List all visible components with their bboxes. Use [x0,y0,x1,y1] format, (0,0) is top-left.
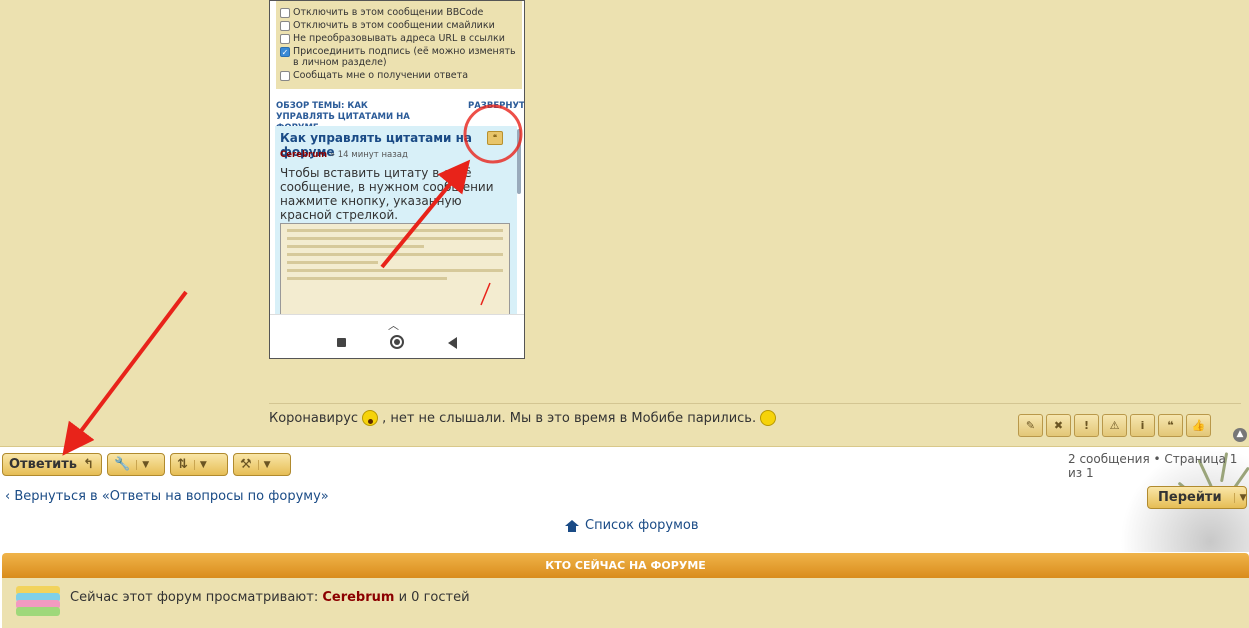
close-icon: ✖ [1053,419,1064,432]
post-tools: ✎ ✖! ⚠ i ❝ 👍 [1018,414,1211,437]
wrench-icon: 🔧 [114,457,131,472]
home-circle-icon [390,335,404,349]
thumbs-up-icon: 👍 [1191,419,1206,432]
info-button[interactable]: i [1130,414,1155,437]
home-icon [565,519,579,532]
checkbox [280,8,290,18]
option-label: Отключить в этом сообщении BBCode [293,7,484,18]
back-link-label: Вернуться в «Ответы на вопросы по форуму… [14,489,329,504]
forum-index-label: Список форумов [585,518,699,533]
quote-button[interactable]: ❝ [1158,414,1183,437]
edit-button[interactable]: ✎ [1018,414,1043,437]
quoted-post-text: Чтобы вставить цитату в своё сообщение, … [280,166,494,222]
online-user-link[interactable]: Cerebrum [322,590,394,605]
users-stack-icon [16,586,60,616]
checkbox [280,71,290,81]
online-text-before: Сейчас этот форум просматривают: [70,590,319,605]
chevron-up-icon: ︿ [388,319,399,332]
quoted-post: Как управлять цитатами на форуме ❝ Cereb… [275,126,517,316]
reply-label: Ответить [9,457,78,472]
like-button[interactable]: 👍 [1186,414,1211,437]
posting-options: Отключить в этом сообщении BBCode Отключ… [276,1,522,89]
post-panel: Отключить в этом сообщении BBCode Отключ… [0,0,1249,447]
moderator-tools-button[interactable]: ⚒ ▼ [233,453,291,476]
checkbox [280,34,290,44]
chevron-down-icon: ▼ [193,459,207,470]
reply-button[interactable]: Ответить ↰ [2,453,102,476]
checkbox-checked: ✓ [280,47,290,57]
scroll-top-icon[interactable]: ▲ [1233,428,1247,442]
option-row: Сообщать мне о получении ответа [280,70,518,81]
reply-arrow-icon: ↰ [83,457,94,472]
option-label: Присоединить подпись (её можно изменять … [293,46,516,68]
chevron-down-icon: ▼ [1233,492,1247,503]
option-row: Отключить в этом сообщении смайлики [280,20,518,31]
quote-icon: ❝ [1167,419,1174,432]
report-button[interactable]: ! [1074,414,1099,437]
scrollbar [517,129,521,194]
option-row: Не преобразовывать адреса URL в ссылки [280,33,518,44]
back-triangle-icon [448,337,457,349]
option-label: Отключить в этом сообщении смайлики [293,20,495,31]
who-is-online-body: Сейчас этот форум просматривают: Cerebru… [2,578,1249,628]
gavel-icon: ⚒ [240,457,252,472]
smiley-icon [760,410,777,426]
post-text-before: Коронавирус [269,410,359,426]
who-is-online-header: КТО СЕЙЧАС НА ФОРУМЕ [2,553,1249,578]
topic-tools-button[interactable]: 🔧 ▼ [107,453,165,476]
goto-label: Перейти [1158,490,1222,505]
checkbox [280,21,290,31]
recents-icon [337,338,346,347]
warning-icon: ⚠ [1109,419,1120,432]
pencil-icon: ✎ [1025,419,1036,432]
sort-icon: ⇅ [177,457,188,472]
option-label: Сообщать мне о получении ответа [293,70,469,81]
post-signature-text: Коронавирус , нет не слышали. Мы в это в… [269,410,780,426]
option-row: Отключить в этом сообщении BBCode [280,7,518,18]
goto-button[interactable]: Перейти ▼ [1147,486,1247,509]
exclamation-icon: ! [1083,419,1090,432]
back-to-forum-link[interactable]: ‹ Вернуться в «Ответы на вопросы по фору… [5,489,329,504]
info-icon: i [1140,419,1145,432]
shocked-smiley-icon [362,410,379,426]
android-navbar: ︿ [270,314,524,358]
forum-index-link[interactable]: Список форумов [565,518,699,533]
post-text-after: , нет не слышали. Мы в это время в Мобиб… [382,410,757,426]
option-label: Не преобразовывать адреса URL в ссылки [293,33,505,44]
warn-button[interactable]: ⚠ [1102,414,1127,437]
delete-button[interactable]: ✖ [1046,414,1071,437]
quoted-post-author: Cerebrum » 14 минут назад [280,150,408,160]
online-users-text: Сейчас этот форум просматривают: Cerebru… [70,590,470,605]
nested-screenshot-thumbnail [280,223,510,315]
chevron-down-icon: ▼ [257,459,271,470]
author-name: Cerebrum [280,150,328,160]
signature-divider [269,403,1241,404]
expand-link: РАЗВЕРНУТЬ [468,101,525,111]
option-row: ✓ Присоединить подпись (её можно изменять… [280,46,518,68]
embedded-screenshot: Отключить в этом сообщении BBCode Отключ… [269,0,525,359]
online-text-after: и 0 гостей [398,590,470,605]
pagination-info: 2 сообщения • Страница 1 из 1 [1068,452,1238,480]
sort-button[interactable]: ⇅ ▼ [170,453,228,476]
quote-icon: ❝ [487,131,503,145]
chevron-down-icon: ▼ [136,459,149,470]
post-time: » 14 минут назад [329,150,408,160]
